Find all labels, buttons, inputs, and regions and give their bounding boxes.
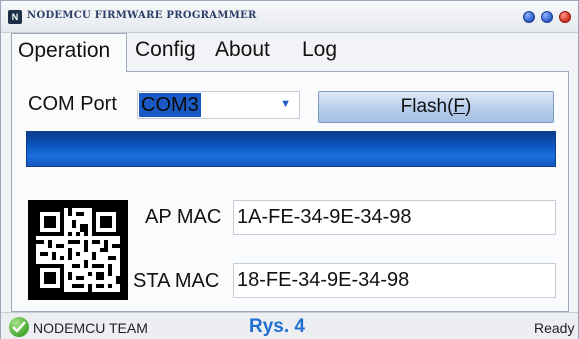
close-button[interactable] — [559, 11, 571, 23]
tab-config[interactable]: Config — [129, 33, 205, 71]
qr-code-pattern — [36, 208, 120, 292]
flash-label-suffix: ) — [465, 96, 472, 117]
tab-log[interactable]: Log — [296, 33, 346, 71]
status-text: Ready — [534, 320, 575, 336]
flash-label-mnemonic: F — [453, 96, 466, 117]
status-bar: NODEMCU TEAM Rys. 4 Ready — [1, 312, 578, 339]
ap-mac-label: AP MAC — [145, 206, 222, 228]
app-icon-letter: N — [11, 12, 19, 22]
flash-button[interactable]: Flash(F) — [318, 91, 554, 123]
team-label: NODEMCU TEAM — [33, 320, 148, 336]
progress-bar — [26, 131, 556, 167]
sta-mac-label: STA MAC — [133, 270, 220, 292]
com-port-label: COM Port — [28, 93, 117, 115]
window-title: NODEMCU FIRMWARE PROGRAMMER — [27, 10, 257, 21]
flash-label-prefix: Flash( — [400, 96, 454, 117]
ap-mac-field[interactable]: 1A-FE-34-9E-34-98 — [233, 200, 556, 235]
com-port-value: COM3 — [139, 93, 201, 117]
com-port-select[interactable]: COM3 ▼ — [137, 91, 300, 119]
tab-operation[interactable]: Operation — [11, 33, 127, 72]
operation-panel: COM Port COM3 ▼ Flash(F) AP MAC 1A-FE-34… — [11, 71, 569, 312]
tab-about[interactable]: About — [209, 33, 285, 71]
chevron-down-icon[interactable]: ▼ — [280, 98, 291, 110]
maximize-button[interactable] — [541, 11, 553, 23]
check-icon — [9, 317, 29, 337]
minimize-button[interactable] — [523, 11, 535, 23]
app-icon: N — [8, 10, 22, 24]
title-bar: N NODEMCU FIRMWARE PROGRAMMER — [1, 1, 578, 33]
app-window: N NODEMCU FIRMWARE PROGRAMMER Operation … — [0, 0, 579, 339]
sta-mac-field[interactable]: 18-FE-34-9E-34-98 — [233, 263, 556, 298]
qr-code — [28, 200, 128, 300]
figure-label: Rys. 4 — [249, 316, 305, 337]
progress-fill — [27, 132, 555, 166]
